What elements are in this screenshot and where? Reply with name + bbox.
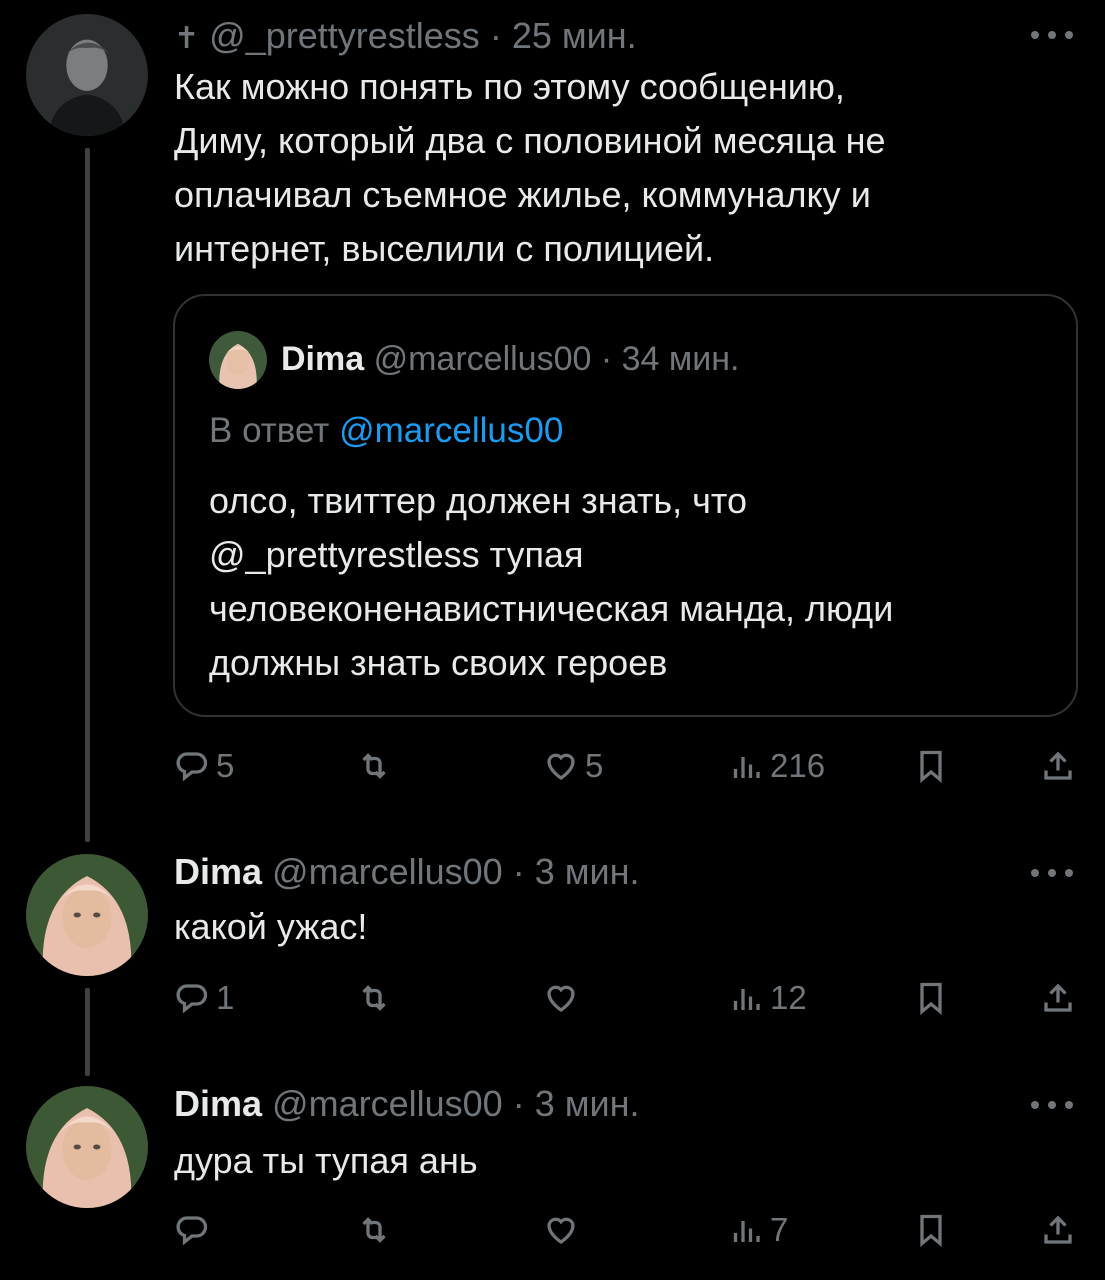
reply-icon bbox=[176, 752, 208, 782]
views-icon bbox=[733, 1221, 760, 1242]
avatar[interactable] bbox=[26, 854, 148, 976]
post-text-line: Диму, который два с половиной месяца не bbox=[174, 120, 886, 161]
quote-text-line: должны знать своих героев bbox=[209, 642, 668, 683]
bookmark-icon bbox=[920, 982, 942, 1016]
post-time[interactable]: 25 мин. bbox=[512, 15, 637, 56]
post-time[interactable]: 34 мин. bbox=[622, 340, 740, 378]
quote-text-line: человеконенавистническая манда, люди bbox=[209, 588, 894, 629]
reply-icon bbox=[176, 984, 208, 1014]
quote-text: олсо, твиттер должен знать, что @_pretty… bbox=[209, 474, 893, 690]
like-icon bbox=[547, 985, 575, 1012]
reply-count: 1 bbox=[216, 979, 235, 1016]
like-count: 5 bbox=[585, 747, 604, 784]
views-button[interactable]: 12 bbox=[728, 976, 807, 1020]
reply-button[interactable] bbox=[174, 1208, 216, 1252]
avatar-dima bbox=[26, 1086, 148, 1208]
views-icon bbox=[733, 757, 760, 778]
author-handle[interactable]: @_prettyrestless bbox=[209, 15, 480, 56]
share-icon bbox=[1044, 751, 1072, 780]
bookmark-icon bbox=[920, 750, 942, 784]
reply-button[interactable]: 5 bbox=[174, 744, 234, 788]
retweet-icon bbox=[362, 985, 386, 1011]
like-button[interactable] bbox=[543, 976, 585, 1020]
reply-context: В ответ @marcellus00 bbox=[209, 411, 563, 451]
separator: · bbox=[512, 1083, 525, 1124]
avatar[interactable] bbox=[209, 331, 267, 389]
author-name[interactable]: Dima bbox=[174, 851, 262, 892]
quote-text-line: @_prettyrestless тупая bbox=[209, 534, 584, 575]
reply-mention[interactable]: @marcellus00 bbox=[339, 411, 563, 450]
post-header: ✝ @_prettyrestless · 25 мин. bbox=[174, 14, 637, 61]
post-time[interactable]: 3 мин. bbox=[535, 851, 640, 892]
post-text-line: интернет, выселили с полицией. bbox=[174, 228, 715, 269]
more-icon[interactable] bbox=[1031, 1100, 1073, 1110]
like-icon bbox=[547, 753, 575, 780]
avatar-dima bbox=[209, 331, 267, 389]
post-text-line: Как можно понять по этому сообщению, bbox=[174, 66, 845, 107]
like-button[interactable] bbox=[543, 1208, 585, 1252]
author-name[interactable]: Dima bbox=[281, 340, 364, 378]
quote-header: Dima @marcellus00 · 34 мин. bbox=[281, 338, 740, 380]
avatar[interactable] bbox=[26, 14, 148, 136]
views-count: 7 bbox=[770, 1211, 789, 1248]
post-text: дура ты тупая ань bbox=[174, 1140, 478, 1181]
views-icon bbox=[733, 989, 760, 1010]
avatar[interactable] bbox=[26, 1086, 148, 1208]
reply-prefix: В ответ bbox=[209, 411, 330, 450]
more-icon[interactable] bbox=[1031, 30, 1073, 40]
like-button[interactable]: 5 bbox=[543, 744, 603, 788]
reply-button[interactable]: 1 bbox=[174, 976, 234, 1020]
views-button[interactable]: 7 bbox=[728, 1208, 788, 1252]
retweet-icon bbox=[362, 1217, 386, 1243]
author-handle[interactable]: @marcellus00 bbox=[272, 1083, 503, 1124]
post-time[interactable]: 3 мин. bbox=[535, 1083, 640, 1124]
retweet-button[interactable] bbox=[356, 976, 398, 1020]
post-text: какой ужас! bbox=[174, 906, 368, 947]
reply-count: 5 bbox=[216, 747, 235, 784]
share-button[interactable] bbox=[1040, 976, 1076, 1020]
views-count: 12 bbox=[770, 979, 807, 1016]
reply-icon bbox=[176, 1216, 208, 1246]
share-icon bbox=[1044, 983, 1072, 1012]
bookmark-button[interactable] bbox=[913, 976, 949, 1020]
action-bar: 5 5 216 bbox=[0, 744, 1105, 788]
share-button[interactable] bbox=[1040, 1208, 1076, 1252]
more-icon[interactable] bbox=[1031, 868, 1073, 878]
views-button[interactable]: 216 bbox=[728, 744, 825, 788]
retweet-button[interactable] bbox=[356, 744, 398, 788]
action-bar: 7 bbox=[0, 1208, 1105, 1252]
retweet-button[interactable] bbox=[356, 1208, 398, 1252]
bookmark-button[interactable] bbox=[913, 744, 949, 788]
post-header: Dima @marcellus00 · 3 мин. bbox=[174, 1082, 639, 1126]
quote-text-line: олсо, твиттер должен знать, что bbox=[209, 480, 747, 521]
bookmark-icon bbox=[920, 1214, 942, 1248]
like-icon bbox=[547, 1217, 575, 1244]
post-text-line: оплачивал съемное жилье, коммуналку и bbox=[174, 174, 871, 215]
quoted-post[interactable]: Dima @marcellus00 · 34 мин. В ответ @mar… bbox=[173, 294, 1078, 717]
views-count: 216 bbox=[770, 747, 826, 784]
thread-line bbox=[85, 148, 90, 842]
separator: · bbox=[600, 340, 613, 378]
retweet-icon bbox=[362, 753, 386, 779]
separator: · bbox=[512, 851, 525, 892]
bookmark-button[interactable] bbox=[913, 1208, 949, 1252]
post-text: Как можно понять по этому сообщению, Дим… bbox=[174, 60, 886, 276]
author-handle[interactable]: @marcellus00 bbox=[272, 851, 503, 892]
action-bar: 1 12 bbox=[0, 976, 1105, 1020]
avatar-prettyrestless bbox=[26, 14, 148, 136]
avatar-dima bbox=[26, 854, 148, 976]
author-prefix: ✝ bbox=[174, 22, 200, 55]
share-button[interactable] bbox=[1040, 744, 1076, 788]
post-header: Dima @marcellus00 · 3 мин. bbox=[174, 850, 639, 894]
author-name[interactable]: Dima bbox=[174, 1083, 262, 1124]
share-icon bbox=[1044, 1215, 1072, 1244]
author-handle[interactable]: @marcellus00 bbox=[374, 340, 592, 378]
separator: · bbox=[489, 15, 502, 56]
